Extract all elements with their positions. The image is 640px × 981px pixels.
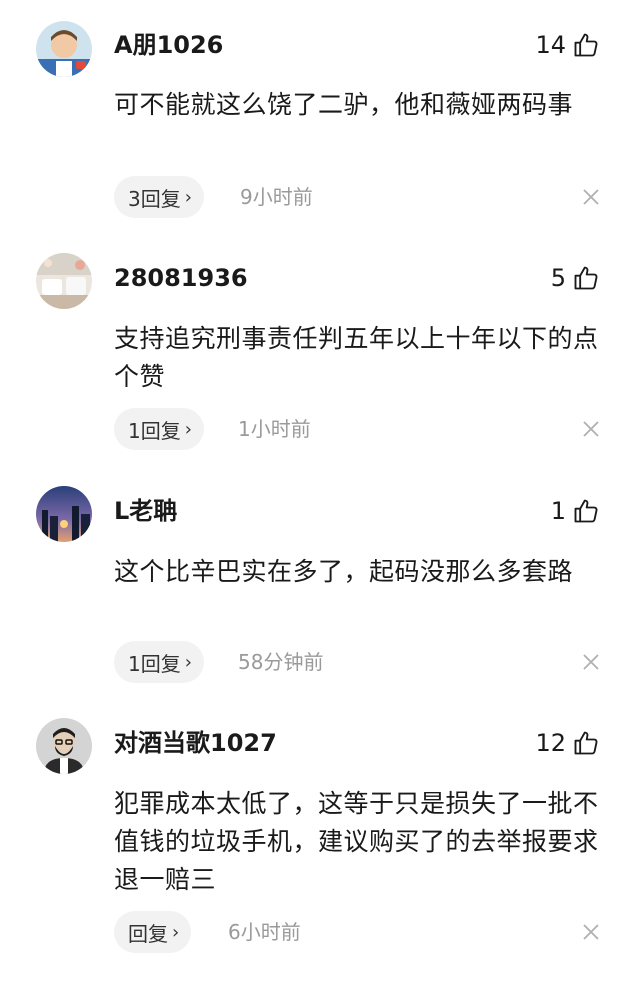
avatar[interactable]	[36, 718, 92, 774]
replies-button[interactable]: 1回复 ›	[114, 408, 204, 450]
comment-text: 犯罪成本太低了，这等于只是损失了一批不值钱的垃圾手机，建议购买了的去举报要求退一…	[114, 789, 599, 894]
username[interactable]: A朋1026	[114, 30, 223, 60]
replies-label: 3回复	[128, 186, 181, 211]
thumbs-up-icon[interactable]	[572, 264, 600, 292]
chevron-right-icon: ›	[184, 186, 192, 208]
comment-text: 可不能就这么饶了二驴，他和薇娅两码事	[114, 90, 574, 119]
like-button[interactable]: 12	[535, 728, 600, 758]
replies-label: 1回复	[128, 651, 181, 676]
timestamp: 6小时前	[228, 920, 301, 944]
username[interactable]: 对酒当歌1027	[114, 728, 277, 758]
username[interactable]: L老聃	[114, 496, 177, 526]
chevron-right-icon: ›	[184, 651, 192, 673]
replies-label: 1回复	[128, 418, 181, 443]
like-button[interactable]: 14	[535, 30, 600, 60]
timestamp: 1小时前	[238, 417, 311, 441]
chevron-right-icon: ›	[184, 418, 192, 440]
replies-button[interactable]: 1回复 ›	[114, 641, 204, 683]
thumbs-up-icon[interactable]	[572, 497, 600, 525]
avatar[interactable]	[36, 21, 92, 77]
close-icon[interactable]	[582, 923, 600, 941]
like-button[interactable]: 1	[551, 496, 600, 526]
close-icon[interactable]	[582, 420, 600, 438]
like-count: 14	[535, 31, 566, 59]
replies-button[interactable]: 回复 ›	[114, 911, 192, 953]
timestamp: 9小时前	[240, 185, 313, 209]
avatar[interactable]	[36, 253, 92, 309]
comment-text: 支持追究刑事责任判五年以上十年以下的点个赞	[114, 324, 599, 391]
username[interactable]: 28081936	[114, 263, 248, 293]
replies-label: 回复	[128, 921, 168, 946]
chevron-right-icon: ›	[172, 921, 180, 943]
like-count: 5	[550, 264, 566, 292]
comment-text: 这个比辛巴实在多了，起码没那么多套路	[114, 557, 574, 586]
replies-button[interactable]: 3回复 ›	[114, 176, 204, 218]
thumbs-up-icon[interactable]	[572, 31, 600, 59]
like-count: 1	[550, 497, 566, 525]
close-icon[interactable]	[582, 653, 600, 671]
timestamp: 58分钟前	[238, 650, 324, 674]
like-button[interactable]: 5	[551, 263, 600, 293]
avatar[interactable]	[36, 486, 92, 542]
thumbs-up-icon[interactable]	[572, 729, 600, 757]
like-count: 12	[535, 729, 566, 757]
close-icon[interactable]	[582, 188, 600, 206]
